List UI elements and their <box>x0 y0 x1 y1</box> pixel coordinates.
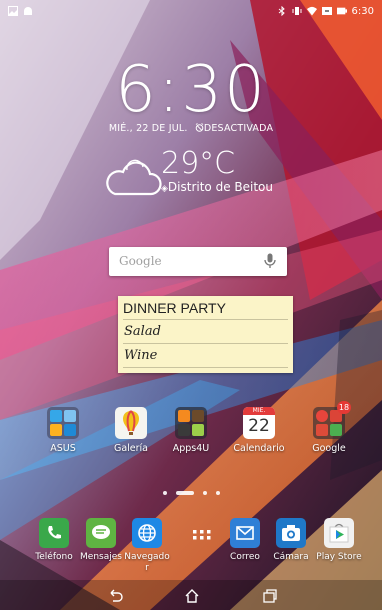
dock-camara[interactable]: Cámara <box>267 518 315 563</box>
dock-play-store[interactable]: Play Store <box>315 518 363 563</box>
back-icon <box>110 589 123 602</box>
phone-icon <box>39 518 69 548</box>
memo-item: Wine <box>124 348 158 363</box>
memo-item: Salad <box>124 324 161 339</box>
camera-icon <box>276 518 306 548</box>
app-label: Galería <box>113 443 149 454</box>
dock-correo[interactable]: Correo <box>221 518 269 563</box>
all-apps-grid-icon <box>187 518 217 548</box>
dock-navegador[interactable]: Navegado r <box>123 518 171 574</box>
apps4u-folder-icon <box>175 407 207 439</box>
app-label: Apps4U <box>172 443 210 454</box>
location-text: Distrito de Beitou <box>167 180 273 194</box>
play-store-icon <box>324 518 354 548</box>
notification-badge: 18 <box>337 401 351 414</box>
status-time: 6:30 <box>351 5 374 17</box>
alarm-icon <box>195 123 204 132</box>
google-search-bar[interactable]: Google <box>109 247 287 276</box>
dock-label: Mensajes <box>80 552 122 562</box>
calendar-day: 22 <box>248 416 270 436</box>
asus-folder-icon <box>47 407 79 439</box>
app-galeria[interactable]: Galería <box>100 407 162 454</box>
page-indicator[interactable] <box>0 491 382 495</box>
home-icon <box>185 589 199 603</box>
gallery-icon <box>8 6 18 16</box>
page-dot[interactable] <box>215 491 220 495</box>
android-icon <box>23 6 33 16</box>
dock-telefono[interactable]: Teléfono <box>30 518 78 563</box>
google-folder-icon: 18 <box>313 401 351 439</box>
calendar-day-abbr: MIÉ. <box>243 407 275 415</box>
app-calendario[interactable]: MIÉ. 22 Calendario <box>228 407 290 454</box>
weather-widget[interactable]: 29°C ◈Distrito de Beitou <box>103 146 303 205</box>
page-dot[interactable] <box>162 491 167 495</box>
navigation-bar <box>0 582 382 610</box>
app-apps4u[interactable]: Apps4U <box>160 407 222 454</box>
dock-label: Play Store <box>316 552 362 562</box>
alarm-status: DESACTIVADA <box>203 123 274 134</box>
memo-title: DINNER PARTY <box>123 300 226 316</box>
recents-button[interactable] <box>256 586 284 606</box>
mail-icon <box>230 518 260 548</box>
app-asus[interactable]: ASUS <box>32 407 94 454</box>
page-dot[interactable] <box>202 491 207 495</box>
dock-all-apps[interactable] <box>178 518 226 548</box>
home-button[interactable] <box>178 586 206 606</box>
browser-globe-icon <box>132 518 162 548</box>
date-text: MIÉ., 22 DE JUL. <box>108 123 188 134</box>
memo-widget[interactable]: DINNER PARTY Salad Wine <box>118 296 293 373</box>
dock-label: Correo <box>230 552 260 562</box>
page-dot-current[interactable] <box>175 491 194 495</box>
calendar-icon: MIÉ. 22 <box>243 407 275 439</box>
battery-saver-icon <box>321 6 332 16</box>
search-placeholder: Google <box>119 254 162 268</box>
dock-mensajes[interactable]: Mensajes <box>77 518 125 563</box>
location: ◈Distrito de Beitou <box>161 180 273 194</box>
vibrate-icon <box>292 6 302 16</box>
app-label: ASUS <box>50 443 76 454</box>
location-pin-icon: ◈ <box>161 184 168 194</box>
dock-label: Navegado r <box>124 552 170 573</box>
wifi-icon <box>306 6 317 16</box>
status-bar: 6:30 <box>0 0 382 22</box>
battery-icon <box>336 6 347 16</box>
app-google[interactable]: 18 Google <box>298 401 360 454</box>
app-label: Calendario <box>233 443 285 454</box>
dock-label: Cámara <box>273 552 309 562</box>
date-line: MIÉ., 22 DE JUL. DESACTIVADA <box>0 123 382 134</box>
bluetooth-icon <box>277 6 287 16</box>
gallery-balloon-icon <box>115 407 147 439</box>
app-label: Google <box>312 443 346 454</box>
lock-clock[interactable]: 6:30 <box>0 58 382 122</box>
recents-icon <box>263 589 277 603</box>
back-button[interactable] <box>101 586 129 606</box>
temperature: 29°C <box>161 146 236 181</box>
mic-icon[interactable] <box>263 253 277 269</box>
messages-icon <box>86 518 116 548</box>
dock-label: Teléfono <box>35 552 73 562</box>
cloud-icon <box>106 159 162 196</box>
